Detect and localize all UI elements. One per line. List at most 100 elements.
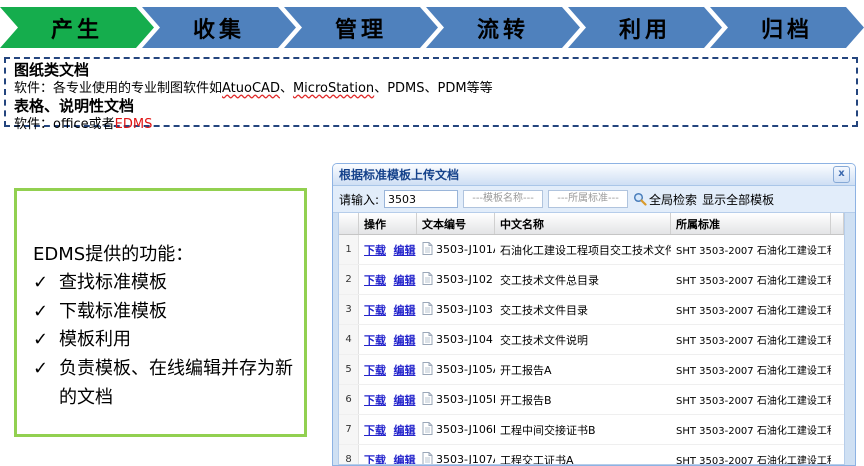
doc-note-line1-prefix: 软件：各专业使用的专业制图软件如 [14, 81, 222, 96]
row-operations: 下载 编辑 [359, 332, 417, 348]
close-icon[interactable]: x [833, 166, 850, 183]
standard-dropdown[interactable]: ---所属标准--- [548, 190, 628, 208]
document-icon [422, 392, 433, 408]
checkmark-icon: ✓ [33, 298, 59, 327]
edms-functions-list: ✓查找标准模板✓下载标准模板✓模板利用✓负责模板、在线编辑并存为新的文档 [33, 269, 296, 413]
edit-link[interactable]: 编辑 [394, 304, 416, 317]
row-number: 3 [339, 295, 359, 324]
row-doc-code: 3503-J104 [417, 332, 495, 348]
row-standard: SHT 3503-2007 石油化工建设工程项目交工... [671, 422, 831, 437]
table-row: 6 下载 编辑 3503-J105B 开工报告B SHT 3503-2007 石… [339, 385, 844, 415]
doc-code-text: 3503-J101A [436, 243, 495, 256]
download-link[interactable]: 下载 [364, 394, 386, 407]
download-link[interactable]: 下载 [364, 364, 386, 377]
doc-code-text: 3503-J102 [436, 273, 493, 286]
software-name-microstation: MicroStation [293, 81, 374, 96]
edms-function-item-1: ✓查找标准模板 [33, 269, 296, 298]
table-row: 2 下载 编辑 3503-J102 交工技术文件总目录 SHT 3503-200… [339, 265, 844, 295]
upload-dialog: 根据标准模板上传文档 x 请输入: ---模板名称--- ---所属标准--- … [332, 163, 856, 466]
table-row: 8 下载 编辑 3503-J107A 工程交工证书A SHT 3503-2007… [339, 445, 844, 465]
flow-step-1: 产生 [0, 7, 154, 48]
row-operations: 下载 编辑 [359, 302, 417, 318]
global-search-button[interactable]: 全局检索 [633, 191, 697, 208]
doc-code-text: 3503-J106B [436, 423, 495, 436]
dialog-toolbar: 请输入: ---模板名称--- ---所属标准--- 全局检索 显示全部模板 [333, 186, 855, 213]
row-chinese-name: 石油化工建设工程项目交工技术文件封面A [495, 242, 671, 258]
table-row: 7 下载 编辑 3503-J106B 工程中间交接证书B SHT 3503-20… [339, 415, 844, 445]
show-all-templates-button[interactable]: 显示全部模板 [702, 191, 774, 208]
edms-function-label: 负责模板、在线编辑并存为新的文档 [59, 355, 296, 413]
doc-note-title-1: 图纸类文档 [14, 61, 848, 81]
checkmark-icon: ✓ [33, 269, 59, 298]
edit-link[interactable]: 编辑 [394, 364, 416, 377]
download-link[interactable]: 下载 [364, 334, 386, 347]
edit-link[interactable]: 编辑 [394, 454, 416, 466]
row-operations: 下载 编辑 [359, 362, 417, 378]
row-standard: SHT 3503-2007 石油化工建设工程项目交工... [671, 242, 831, 257]
grid-header: 操作 文本编号 中文名称 所属标准 [339, 213, 844, 235]
row-number: 7 [339, 415, 359, 444]
checkmark-icon: ✓ [33, 355, 59, 413]
edit-link[interactable]: 编辑 [394, 334, 416, 347]
download-link[interactable]: 下载 [364, 244, 386, 257]
slide-canvas: 产生收集管理流转利用归档 图纸类文档 软件：各专业使用的专业制图软件如AtuoC… [0, 0, 864, 466]
row-chinese-name: 开工报告A [495, 362, 671, 378]
grid-body: 1 下载 编辑 3503-J101A 石油化工建设工程项目交工技术文件封面A S… [339, 235, 844, 465]
row-standard: SHT 3503-2007 石油化工建设工程项目交工... [671, 302, 831, 317]
download-link[interactable]: 下载 [364, 454, 386, 466]
checkmark-icon: ✓ [33, 326, 59, 355]
row-operations: 下载 编辑 [359, 452, 417, 466]
doc-code-text: 3503-J104 [436, 333, 493, 346]
document-icon [422, 422, 433, 438]
flow-step-4: 流转 [426, 7, 580, 48]
edit-link[interactable]: 编辑 [394, 244, 416, 257]
row-standard: SHT 3503-2007 石油化工建设工程项目交工... [671, 392, 831, 407]
doc-note-title-2: 表格、说明性文档 [14, 97, 848, 117]
edit-link[interactable]: 编辑 [394, 424, 416, 437]
doc-note-line2-prefix: 软件：office或者 [14, 117, 115, 132]
edms-function-item-4: ✓负责模板、在线编辑并存为新的文档 [33, 355, 296, 413]
row-operations: 下载 编辑 [359, 422, 417, 438]
templates-grid: 操作 文本编号 中文名称 所属标准 1 下载 编辑 [338, 212, 845, 465]
doc-note-line-1: 软件：各专业使用的专业制图软件如AtuoCAD、MicroStation、PDM… [14, 81, 848, 98]
document-icon [422, 302, 433, 318]
header-doc-code: 文本编号 [417, 213, 495, 234]
doc-note-line-2: 软件：office或者EDMS [14, 117, 848, 134]
row-number: 1 [339, 235, 359, 264]
doc-types-note: 图纸类文档 软件：各专业使用的专业制图软件如AtuoCAD、MicroStati… [4, 57, 858, 127]
template-name-dropdown[interactable]: ---模板名称--- [463, 190, 543, 208]
doc-code-text: 3503-J105B [436, 393, 495, 406]
header-filler [831, 213, 844, 234]
edms-function-label: 模板利用 [59, 326, 131, 355]
process-flow: 产生收集管理流转利用归档 [0, 7, 864, 48]
edms-highlight: EDMS [115, 117, 153, 132]
row-number: 2 [339, 265, 359, 294]
row-doc-code: 3503-J102 [417, 272, 495, 288]
search-input[interactable] [384, 190, 458, 208]
download-link[interactable]: 下载 [364, 424, 386, 437]
header-row-number [339, 213, 359, 234]
row-doc-code: 3503-J107A [417, 452, 495, 466]
download-link[interactable]: 下载 [364, 304, 386, 317]
row-operations: 下载 编辑 [359, 242, 417, 258]
doc-code-text: 3503-J105A [436, 363, 495, 376]
table-row: 1 下载 编辑 3503-J101A 石油化工建设工程项目交工技术文件封面A S… [339, 235, 844, 265]
row-chinese-name: 交工技术文件总目录 [495, 272, 671, 288]
row-standard: SHT 3503-2007 石油化工建设工程项目交工... [671, 362, 831, 377]
row-operations: 下载 编辑 [359, 272, 417, 288]
row-number: 8 [339, 445, 359, 465]
row-doc-code: 3503-J105A [417, 362, 495, 378]
document-icon [422, 272, 433, 288]
flow-step-6: 归档 [710, 7, 864, 48]
edit-link[interactable]: 编辑 [394, 274, 416, 287]
row-operations: 下载 编辑 [359, 392, 417, 408]
document-icon [422, 452, 433, 466]
row-doc-code: 3503-J105B [417, 392, 495, 408]
header-operation: 操作 [359, 213, 417, 234]
row-doc-code: 3503-J106B [417, 422, 495, 438]
flow-step-3: 管理 [284, 7, 438, 48]
edms-functions-box: EDMS提供的功能： ✓查找标准模板✓下载标准模板✓模板利用✓负责模板、在线编辑… [14, 188, 307, 437]
global-search-label: 全局检索 [649, 191, 697, 208]
download-link[interactable]: 下载 [364, 274, 386, 287]
edit-link[interactable]: 编辑 [394, 394, 416, 407]
